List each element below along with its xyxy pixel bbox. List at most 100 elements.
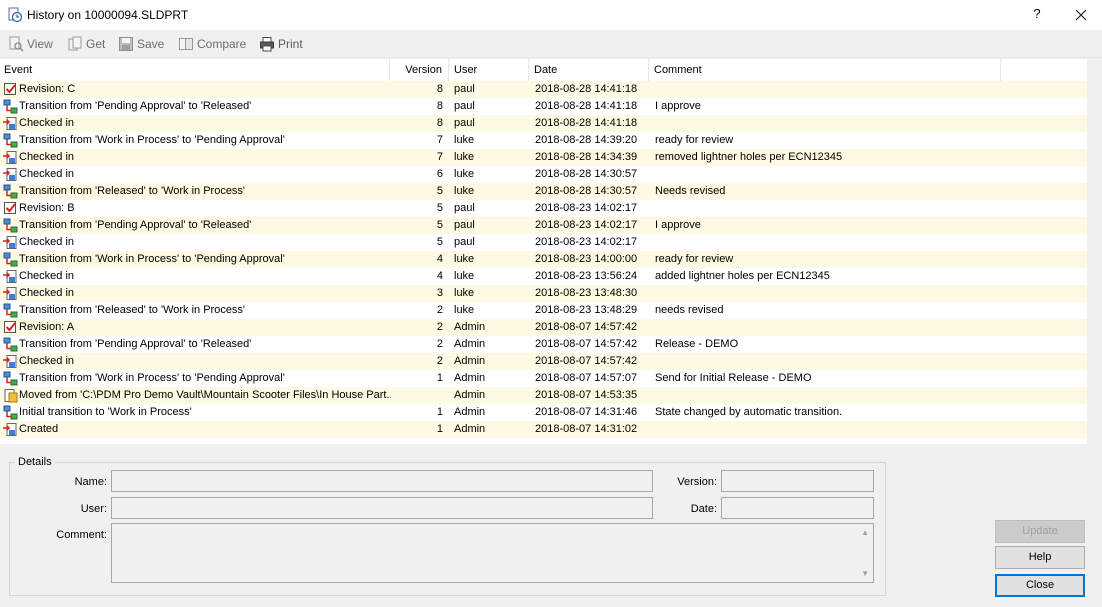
- table-row[interactable]: Revision: C 8 paul 2018-08-28 14:41:18: [0, 81, 1087, 98]
- table-row[interactable]: Revision: A 2 Admin 2018-08-07 14:57:42: [0, 319, 1087, 336]
- table-row[interactable]: Transition from 'Released' to 'Work in P…: [0, 183, 1087, 200]
- comment-cell: Release - DEMO: [655, 338, 739, 350]
- column-header-user[interactable]: User: [449, 59, 529, 81]
- comment-cell: I approve: [655, 219, 701, 231]
- history-list[interactable]: Event Version User Date Comment Revision…: [0, 59, 1087, 444]
- date-cell: 2018-08-28 14:41:18: [535, 117, 638, 129]
- date-cell: 2018-08-23 13:56:24: [535, 270, 638, 282]
- comment-cell: needs revised: [655, 304, 724, 316]
- version-field[interactable]: [721, 470, 874, 492]
- help-button[interactable]: Help: [995, 546, 1085, 569]
- event-cell: Checked in: [19, 270, 75, 282]
- close-window-button[interactable]: [1070, 4, 1092, 26]
- event-cell: Transition from 'Pending Approval' to 'R…: [19, 100, 252, 112]
- table-row[interactable]: Checked in 7 luke 2018-08-28 14:34:39 remove…: [0, 149, 1087, 166]
- date-cell: 2018-08-07 14:57:07: [535, 372, 638, 384]
- table-row[interactable]: Transition from 'Pending Approval' to 'R…: [0, 98, 1087, 115]
- revision-icon: [4, 321, 16, 333]
- date-cell: 2018-08-07 14:57:42: [535, 338, 638, 350]
- user-cell: luke: [454, 253, 475, 265]
- event-cell: Checked in: [19, 168, 75, 180]
- transition-icon: [3, 252, 18, 267]
- event-cell: Checked in: [19, 287, 75, 299]
- column-header-event[interactable]: Event: [0, 59, 390, 81]
- move-icon: [4, 389, 18, 403]
- date-cell: 2018-08-28 14:41:18: [535, 83, 638, 95]
- table-row[interactable]: Transition from 'Work in Process' to 'Pe…: [0, 370, 1087, 387]
- user-cell: Admin: [454, 355, 486, 367]
- event-cell: Checked in: [19, 355, 75, 367]
- event-cell: Checked in: [19, 151, 75, 163]
- date-cell: 2018-08-23 14:00:00: [535, 253, 638, 265]
- table-row[interactable]: Checked in 6 luke 2018-08-28 14:30:57: [0, 166, 1087, 183]
- printer-icon: [260, 37, 274, 52]
- date-cell: 2018-08-07 14:31:02: [535, 423, 638, 435]
- table-row[interactable]: Transition from 'Pending Approval' to 'R…: [0, 217, 1087, 234]
- user-field[interactable]: [111, 497, 653, 519]
- comment-label: Comment:: [56, 529, 107, 541]
- table-row[interactable]: Transition from 'Released' to 'Work in P…: [0, 302, 1087, 319]
- window-title: History on 10000094.SLDPRT: [27, 8, 189, 22]
- event-cell: Transition from 'Work in Process' to 'Pe…: [19, 372, 285, 384]
- table-row[interactable]: Transition from 'Pending Approval' to 'R…: [0, 336, 1087, 353]
- checkin-icon: [3, 168, 17, 181]
- event-cell: Transition from 'Work in Process' to 'Pe…: [19, 253, 285, 265]
- column-header-date[interactable]: Date: [529, 59, 649, 81]
- version-cell: 7: [436, 134, 443, 146]
- column-header-version[interactable]: Version: [390, 59, 449, 81]
- title-bar: History on 10000094.SLDPRT ?: [0, 0, 1102, 30]
- checkin-icon: [3, 287, 17, 300]
- table-row[interactable]: Transition from 'Work in Process' to 'Pe…: [0, 132, 1087, 149]
- table-row[interactable]: Checked in 4 luke 2018-08-23 13:56:24 added …: [0, 268, 1087, 285]
- scroll-up-icon[interactable]: ▲: [861, 528, 869, 537]
- user-cell: Admin: [454, 321, 486, 333]
- user-cell: Admin: [454, 423, 486, 435]
- table-row[interactable]: Created 1 Admin 2018-08-07 14:31:02: [0, 421, 1087, 438]
- version-cell: 1: [436, 423, 443, 435]
- event-cell: Transition from 'Released' to 'Work in P…: [19, 304, 246, 316]
- update-button[interactable]: Update: [995, 520, 1085, 543]
- comment-field[interactable]: ▲ ▼: [111, 523, 874, 583]
- checkin-icon: [3, 236, 17, 249]
- transition-icon: [3, 337, 18, 352]
- name-label: Name:: [74, 476, 107, 488]
- date-cell: 2018-08-07 14:57:42: [535, 355, 638, 367]
- version-cell: 5: [436, 185, 443, 197]
- view-icon: [9, 36, 24, 52]
- version-label: Version:: [677, 476, 717, 488]
- version-cell: 2: [436, 321, 443, 333]
- table-row[interactable]: Transition from 'Work in Process' to 'Pe…: [0, 251, 1087, 268]
- date-field[interactable]: [721, 497, 874, 519]
- transition-icon: [3, 303, 18, 318]
- save-icon: [119, 37, 133, 51]
- user-cell: paul: [454, 219, 475, 231]
- comment-cell: I approve: [655, 100, 701, 112]
- comment-cell: Needs revised: [655, 185, 726, 197]
- user-cell: Admin: [454, 338, 486, 350]
- version-cell: 5: [436, 219, 443, 231]
- event-cell: Checked in: [19, 236, 75, 248]
- version-cell: 7: [436, 151, 443, 163]
- table-row[interactable]: Checked in 8 paul 2018-08-28 14:41:18: [0, 115, 1087, 132]
- version-cell: 5: [436, 202, 443, 214]
- table-row[interactable]: Checked in 5 paul 2018-08-23 14:02:17: [0, 234, 1087, 251]
- table-row[interactable]: Revision: B 5 paul 2018-08-23 14:02:17: [0, 200, 1087, 217]
- scroll-down-icon[interactable]: ▼: [861, 569, 869, 578]
- close-button[interactable]: Close: [995, 574, 1085, 597]
- checkin-icon: [3, 117, 17, 130]
- help-title-button[interactable]: ?: [1030, 6, 1044, 22]
- table-row[interactable]: Checked in 2 Admin 2018-08-07 14:57:42: [0, 353, 1087, 370]
- column-header-comment[interactable]: Comment: [649, 59, 1001, 81]
- list-header: Event Version User Date Comment: [0, 59, 1087, 81]
- event-cell: Transition from 'Released' to 'Work in P…: [19, 185, 246, 197]
- date-cell: 2018-08-28 14:41:18: [535, 100, 638, 112]
- date-cell: 2018-08-23 13:48:30: [535, 287, 638, 299]
- table-row[interactable]: Checked in 3 luke 2018-08-23 13:48:30: [0, 285, 1087, 302]
- name-field[interactable]: [111, 470, 653, 492]
- table-row[interactable]: Initial transition to 'Work in Process' 1…: [0, 404, 1087, 421]
- table-row[interactable]: Moved from 'C:\PDM Pro Demo Vault\Mounta…: [0, 387, 1087, 404]
- list-scrollbar[interactable]: [1087, 59, 1102, 444]
- date-cell: 2018-08-23 14:02:17: [535, 219, 638, 231]
- version-cell: 8: [436, 100, 443, 112]
- user-cell: luke: [454, 270, 475, 282]
